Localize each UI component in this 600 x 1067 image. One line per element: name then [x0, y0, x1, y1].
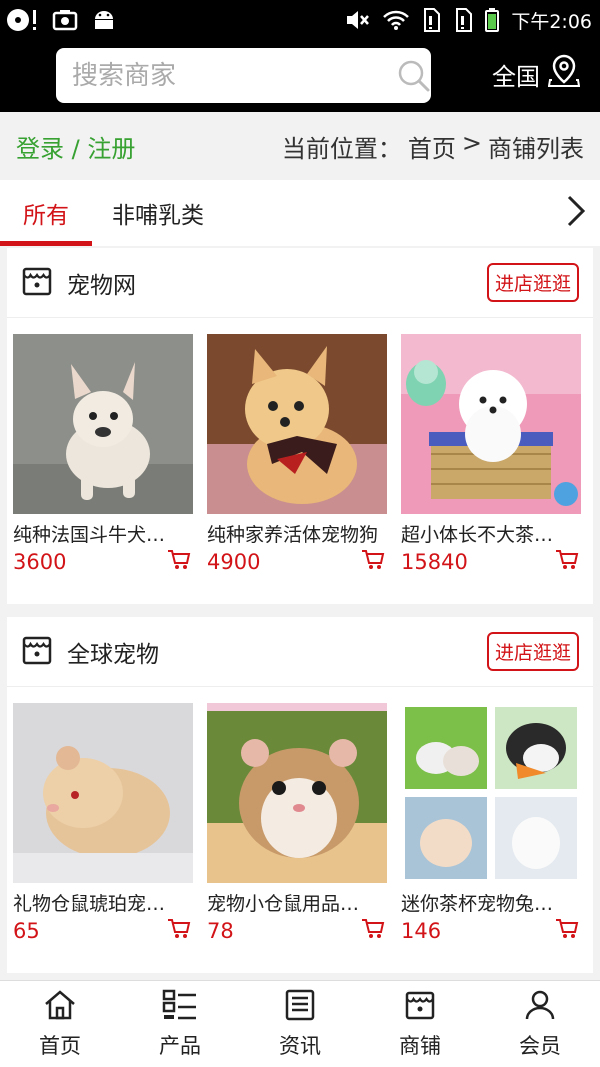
cart-icon[interactable]: [361, 918, 385, 944]
product-price: 65: [13, 919, 40, 943]
product-item[interactable]: 宠物小仓鼠用品… 78: [207, 703, 387, 944]
product-price: 78: [207, 919, 234, 943]
nav-shops-label: 商铺: [399, 1033, 441, 1058]
shop-card: 宠物网 进店逛逛 纯种法国斗牛犬… 3600 纯种家养活体宠物狗 4900 超小…: [7, 248, 593, 604]
shop-icon: [21, 265, 53, 301]
search-input[interactable]: [56, 48, 396, 103]
enter-shop-button[interactable]: 进店逛逛: [486, 263, 579, 302]
product-item[interactable]: 超小体长不大茶… 15840: [401, 334, 581, 575]
cart-icon[interactable]: [361, 549, 385, 575]
wifi-icon: [383, 9, 410, 31]
sim1-icon: [421, 8, 441, 32]
product-price: 15840: [401, 550, 468, 574]
shop-header: 全球宠物 进店逛逛: [7, 617, 593, 687]
status-bar: 下午2:06: [0, 0, 600, 40]
cart-icon[interactable]: [167, 918, 191, 944]
breadcrumb-bar: 登录 / 注册 当前位置： 首页 > 商铺列表: [0, 112, 600, 180]
nav-shops[interactable]: 商铺: [360, 981, 480, 1067]
search-header: 全国: [0, 40, 600, 112]
cart-icon[interactable]: [167, 549, 191, 575]
cart-icon[interactable]: [555, 918, 579, 944]
screenshot-icon: [52, 9, 78, 31]
status-time: 下午2:06: [511, 10, 592, 33]
product-name[interactable]: 纯种法国斗牛犬…: [13, 520, 193, 547]
nav-news[interactable]: 资讯: [240, 981, 360, 1067]
disc-notification-icon: [6, 7, 38, 33]
product-item[interactable]: 纯种家养活体宠物狗 4900: [207, 334, 387, 575]
shop-card: 全球宠物 进店逛逛 礼物仓鼠琥珀宠… 65 宠物小仓鼠用品… 78 迷你茶杯宠物…: [7, 617, 593, 973]
product-item[interactable]: 迷你茶杯宠物兔… 146: [401, 703, 581, 944]
android-icon: [92, 8, 116, 32]
nav-member-label: 会员: [519, 1033, 561, 1058]
product-item[interactable]: 礼物仓鼠琥珀宠… 65: [13, 703, 193, 944]
product-price: 146: [401, 919, 442, 943]
product-image-hamster-supplies[interactable]: [207, 703, 387, 883]
product-image-teacup-rabbit[interactable]: [401, 703, 581, 883]
cart-icon[interactable]: [555, 549, 579, 575]
nav-home[interactable]: 首页: [0, 981, 120, 1067]
category-tabs: 所有 非哺乳类: [0, 180, 600, 246]
product-name[interactable]: 纯种家养活体宠物狗: [207, 520, 387, 547]
nav-products[interactable]: 产品: [120, 981, 240, 1067]
breadcrumb-prefix: 当前位置：: [281, 134, 402, 163]
shop-icon: [404, 989, 436, 1026]
product-row: 纯种法国斗牛犬… 3600 纯种家养活体宠物狗 4900 超小体长不大茶… 15…: [7, 318, 593, 575]
product-name[interactable]: 礼物仓鼠琥珀宠…: [13, 889, 193, 916]
nav-home-label: 首页: [39, 1033, 81, 1058]
sim2-icon: [453, 8, 473, 32]
shop-name[interactable]: 宠物网: [67, 266, 136, 300]
enter-shop-button[interactable]: 进店逛逛: [486, 632, 579, 671]
breadcrumb-home[interactable]: 首页: [408, 129, 456, 164]
location-pin-icon: [547, 54, 581, 94]
tab-non-mammal[interactable]: 非哺乳类: [98, 180, 218, 246]
mute-icon: [345, 9, 371, 31]
product-image-french-bulldog[interactable]: [13, 334, 193, 514]
chevron-right-icon: [566, 194, 586, 232]
search-box[interactable]: [56, 48, 431, 103]
product-image-pomeranian[interactable]: [207, 334, 387, 514]
tab-all[interactable]: 所有: [0, 180, 92, 246]
user-icon: [524, 989, 556, 1026]
shop-name[interactable]: 全球宠物: [67, 635, 159, 669]
product-name[interactable]: 超小体长不大茶…: [401, 520, 581, 547]
shop-icon: [21, 634, 53, 670]
login-register-link[interactable]: 登录 / 注册: [16, 129, 135, 164]
product-name[interactable]: 迷你茶杯宠物兔…: [401, 889, 581, 916]
product-price: 4900: [207, 550, 261, 574]
product-price: 3600: [13, 550, 67, 574]
product-image-hamster-amber[interactable]: [13, 703, 193, 883]
search-icon[interactable]: [396, 48, 431, 103]
home-icon: [43, 989, 77, 1026]
shop-header: 宠物网 进店逛逛: [7, 248, 593, 318]
battery-icon: [485, 8, 500, 32]
grid-list-icon: [162, 989, 198, 1026]
region-selector[interactable]: 全国: [492, 54, 581, 94]
breadcrumb-separator: >: [461, 128, 482, 157]
bottom-nav: 首页 产品 资讯 商铺 会员: [0, 980, 600, 1067]
product-image-teacup-dog[interactable]: [401, 334, 581, 514]
news-icon: [284, 989, 316, 1026]
tabs-next-button[interactable]: [552, 180, 600, 246]
breadcrumb: 当前位置： 首页 > 商铺列表: [282, 129, 584, 164]
product-item[interactable]: 纯种法国斗牛犬… 3600: [13, 334, 193, 575]
nav-products-label: 产品: [159, 1033, 201, 1058]
product-name[interactable]: 宠物小仓鼠用品…: [207, 889, 387, 916]
breadcrumb-current: 商铺列表: [488, 134, 584, 163]
nav-news-label: 资讯: [279, 1033, 321, 1058]
product-row: 礼物仓鼠琥珀宠… 65 宠物小仓鼠用品… 78 迷你茶杯宠物兔… 146: [7, 687, 593, 944]
region-label: 全国: [492, 62, 540, 91]
nav-member[interactable]: 会员: [480, 981, 600, 1067]
